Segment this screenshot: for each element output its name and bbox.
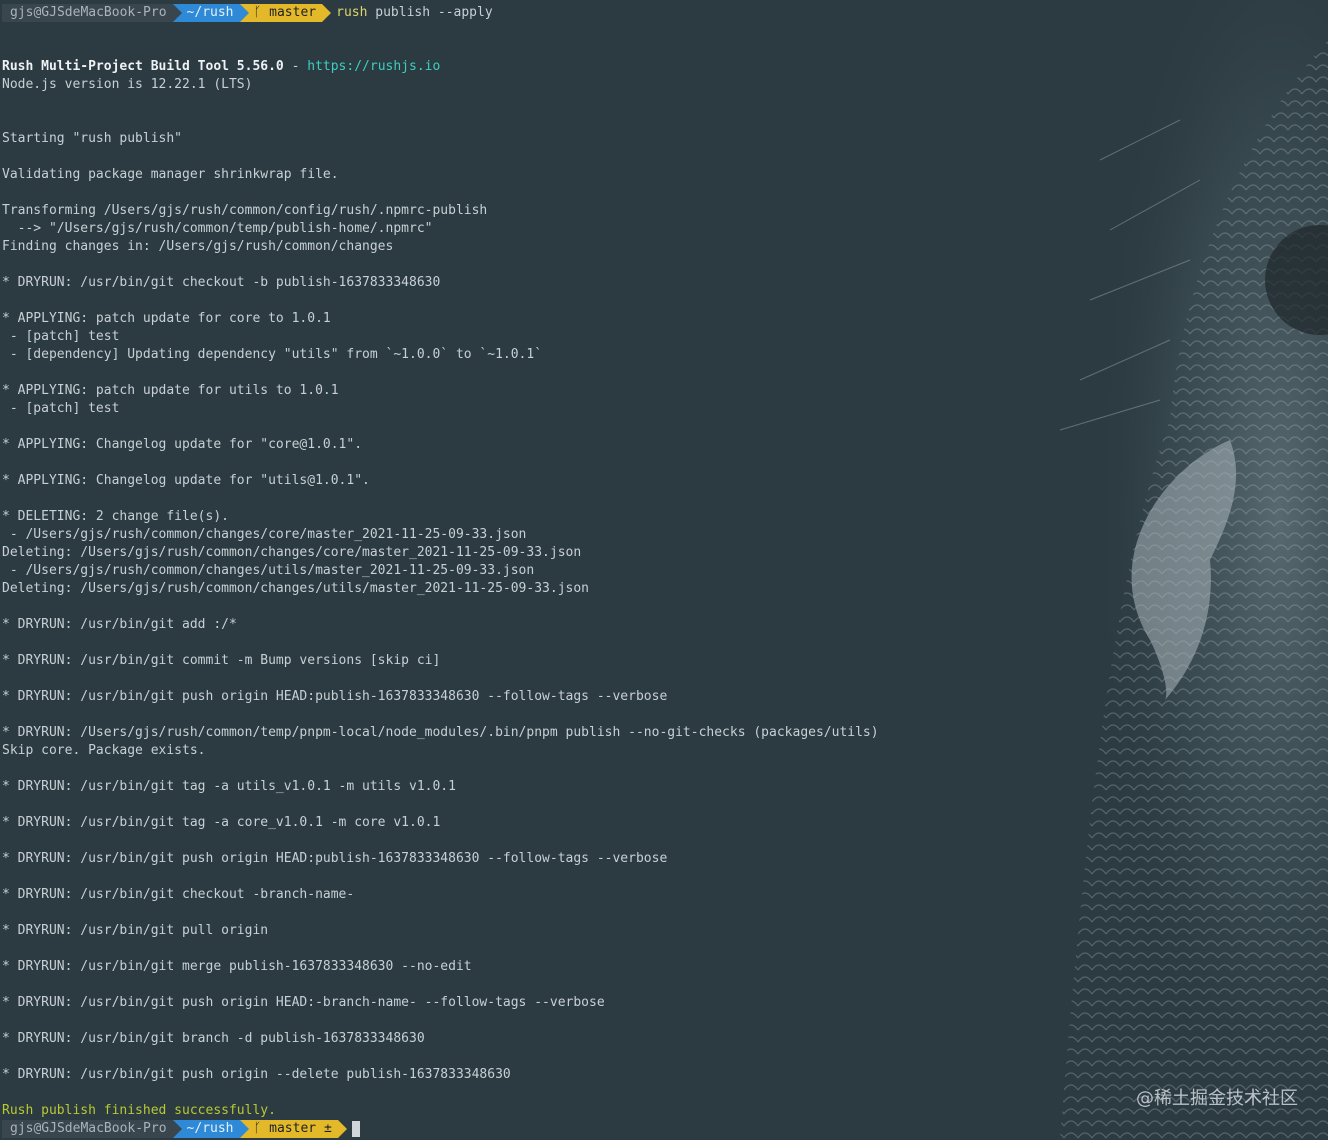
tool-name: Rush Multi-Project Build Tool 5.56.0 (2, 59, 284, 74)
prompt-git-segment: ᚴ master (239, 4, 331, 22)
output-line: * DRYRUN: /usr/bin/git checkout -b publi… (2, 275, 441, 290)
output-line: * APPLYING: patch update for utils to 1.… (2, 383, 339, 398)
output-line: * DRYRUN: /Users/gjs/rush/common/temp/pn… (2, 725, 879, 740)
output-line: * APPLYING: Changelog update for "utils@… (2, 473, 370, 488)
terminal-window[interactable]: gjs@GJSdeMacBook-Pro ~/rush ᚴ master rus… (2, 4, 1322, 1138)
prompt-directory: ~/rush (172, 1120, 249, 1138)
output-line: * APPLYING: Changelog update for "core@1… (2, 437, 363, 452)
git-branch-icon: ᚴ (253, 1121, 262, 1136)
command-name: rush (336, 5, 368, 20)
output-line: * DRYRUN: /usr/bin/git add :/* (2, 617, 237, 632)
output-line: Finding changes in: /Users/gjs/rush/comm… (2, 239, 394, 254)
output-line: - /Users/gjs/rush/common/changes/utils/m… (2, 563, 535, 578)
output-line: * DRYRUN: /usr/bin/git branch -d publish… (2, 1031, 425, 1046)
prompt-user-host: gjs@GJSdeMacBook-Pro (2, 1120, 182, 1138)
prompt-git-segment: ᚴ master ± (239, 1120, 348, 1138)
prompt-branch: master (269, 5, 317, 20)
git-branch-icon: ᚴ (253, 5, 262, 20)
output-line: - /Users/gjs/rush/common/changes/core/ma… (2, 527, 527, 542)
rush-header-line: Rush Multi-Project Build Tool 5.56.0 - h… (2, 58, 1322, 76)
output-line: * DELETING: 2 change file(s). (2, 509, 229, 524)
prompt-bottom[interactable]: gjs@GJSdeMacBook-Pro ~/rush ᚴ master ± (2, 1120, 1322, 1138)
output-line: * DRYRUN: /usr/bin/git push origin HEAD:… (2, 689, 668, 704)
command-args: publish --apply (367, 5, 493, 20)
watermark-text: @稀土掘金技术社区 (1136, 1088, 1298, 1109)
output-line: * DRYRUN: /usr/bin/git merge publish-163… (2, 959, 472, 974)
output-line: Validating package manager shrinkwrap fi… (2, 167, 339, 182)
output-line: * APPLYING: patch update for core to 1.0… (2, 311, 331, 326)
output-line: - [patch] test (2, 401, 120, 416)
output-line: Skip core. Package exists. (2, 743, 206, 758)
terminal-output: Starting "rush publish" Validating packag… (2, 94, 1322, 1102)
output-line: - [patch] test (2, 329, 120, 344)
output-line: Deleting: /Users/gjs/rush/common/changes… (2, 581, 589, 596)
output-line: * DRYRUN: /usr/bin/git checkout -branch-… (2, 887, 355, 902)
output-line: Deleting: /Users/gjs/rush/common/changes… (2, 545, 582, 560)
output-line: * DRYRUN: /usr/bin/git commit -m Bump ve… (2, 653, 441, 668)
output-line: * DRYRUN: /usr/bin/git push origin HEAD:… (2, 851, 668, 866)
header-dash: - (283, 59, 308, 74)
prompt-branch: master ± (269, 1121, 332, 1136)
prompt-directory: ~/rush (172, 4, 249, 22)
output-line: --> "/Users/gjs/rush/common/temp/publish… (2, 221, 433, 236)
prompt-top: gjs@GJSdeMacBook-Pro ~/rush ᚴ master rus… (2, 4, 1322, 22)
rush-url-link[interactable]: https://rushjs.io (307, 59, 440, 74)
output-line: Transforming /Users/gjs/rush/common/conf… (2, 203, 488, 218)
output-line: * DRYRUN: /usr/bin/git tag -a core_v1.0.… (2, 815, 441, 830)
prompt-user-host: gjs@GJSdeMacBook-Pro (2, 4, 182, 22)
output-line: * DRYRUN: /usr/bin/git pull origin (2, 923, 269, 938)
node-version-line: Node.js version is 12.22.1 (LTS) (2, 77, 253, 92)
output-line: * DRYRUN: /usr/bin/git push origin --del… (2, 1067, 511, 1082)
output-line: * DRYRUN: /usr/bin/git tag -a utils_v1.0… (2, 779, 456, 794)
output-line: * DRYRUN: /usr/bin/git push origin HEAD:… (2, 995, 605, 1010)
output-line: Starting "rush publish" (2, 131, 183, 146)
text-cursor[interactable] (351, 1121, 360, 1137)
output-line: - [dependency] Updating dependency "util… (2, 347, 543, 362)
success-message: Rush publish finished successfully. (2, 1103, 276, 1118)
